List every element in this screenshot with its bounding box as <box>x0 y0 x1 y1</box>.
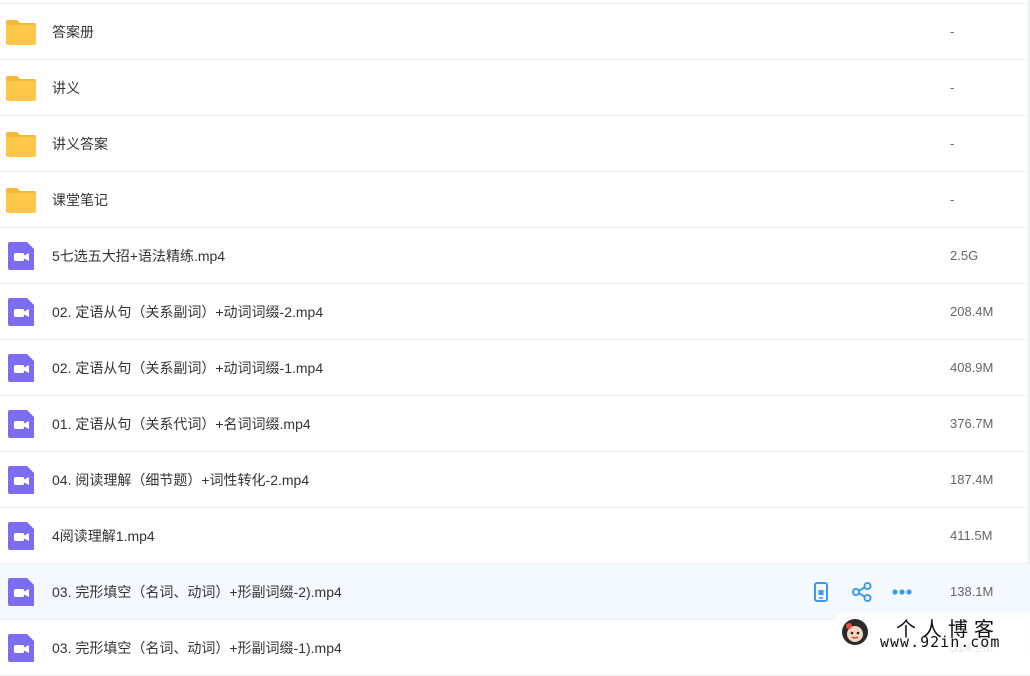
video-file-icon <box>8 354 34 382</box>
phone-icon[interactable] <box>810 581 832 603</box>
video-file-icon <box>8 522 34 550</box>
file-size: 376.7M <box>950 416 994 431</box>
file-row[interactable]: 讲义 - <box>0 60 1030 116</box>
video-file-icon <box>8 466 34 494</box>
video-file-icon <box>8 634 34 662</box>
file-size: - <box>950 24 955 39</box>
file-row[interactable]: 03. 完形填空（名词、动词）+形副词缀-2).mp4 138.1M <box>0 564 1030 620</box>
video-file-icon <box>8 578 34 606</box>
file-name[interactable]: 04. 阅读理解（细节题）+词性转化-2.mp4 <box>52 452 309 508</box>
file-size: 408.9M <box>950 360 994 375</box>
file-name[interactable]: 01. 定语从句（关系代词）+名词词缀.mp4 <box>52 396 311 452</box>
file-name[interactable]: 讲义答案 <box>52 116 108 172</box>
file-row[interactable]: 讲义答案 - <box>0 116 1030 172</box>
folder-icon <box>6 188 36 213</box>
blog-watermark: 个人博客 www.92in.com <box>836 613 1030 653</box>
video-file-icon <box>8 242 34 270</box>
folder-icon <box>6 132 36 157</box>
file-name[interactable]: 02. 定语从句（关系副词）+动词词缀-1.mp4 <box>52 340 323 396</box>
file-name[interactable]: 5七选五大招+语法精练.mp4 <box>52 228 225 284</box>
file-size: - <box>950 136 955 151</box>
file-size: 411.5M <box>950 528 993 543</box>
file-name[interactable]: 4阅读理解1.mp4 <box>52 508 155 564</box>
file-size: 187.4M <box>950 472 994 487</box>
file-row[interactable]: 答案册 - <box>0 4 1030 60</box>
file-name[interactable]: 课堂笔记 <box>52 172 108 228</box>
file-size: 138.1M <box>950 584 994 599</box>
avatar <box>842 619 868 645</box>
file-size: 2.5G <box>950 248 979 263</box>
file-name[interactable]: 03. 完形填空（名词、动词）+形副词缀-1).mp4 <box>52 620 342 676</box>
file-size: - <box>950 80 955 95</box>
file-list: 答案册 - 讲义 - 讲义答案 - 课堂笔记 - 5七选五大招+语法精练.mp4… <box>0 4 1030 676</box>
file-row[interactable]: 04. 阅读理解（细节题）+词性转化-2.mp4 187.4M <box>0 452 1030 508</box>
file-name[interactable]: 讲义 <box>52 60 80 116</box>
more-icon[interactable] <box>891 581 913 603</box>
video-file-icon <box>8 298 34 326</box>
file-size: - <box>950 192 955 207</box>
file-row[interactable]: 课堂笔记 - <box>0 172 1030 228</box>
file-row[interactable]: 4阅读理解1.mp4 411.5M <box>0 508 1030 564</box>
share-icon[interactable] <box>851 581 873 603</box>
file-row[interactable]: 02. 定语从句（关系副词）+动词词缀-2.mp4 208.4M <box>0 284 1030 340</box>
folder-icon <box>6 20 36 45</box>
file-size: 208.4M <box>950 304 994 319</box>
file-name[interactable]: 02. 定语从句（关系副词）+动词词缀-2.mp4 <box>52 284 323 340</box>
file-row[interactable]: 5七选五大招+语法精练.mp4 2.5G <box>0 228 1030 284</box>
video-file-icon <box>8 410 34 438</box>
file-name[interactable]: 03. 完形填空（名词、动词）+形副词缀-2).mp4 <box>52 564 342 620</box>
folder-icon <box>6 76 36 101</box>
file-name[interactable]: 答案册 <box>52 4 94 60</box>
file-row[interactable]: 02. 定语从句（关系副词）+动词词缀-1.mp4 408.9M <box>0 340 1030 396</box>
watermark-url: www.92in.com <box>880 633 1001 651</box>
file-row[interactable]: 01. 定语从句（关系代词）+名词词缀.mp4 376.7M <box>0 396 1030 452</box>
